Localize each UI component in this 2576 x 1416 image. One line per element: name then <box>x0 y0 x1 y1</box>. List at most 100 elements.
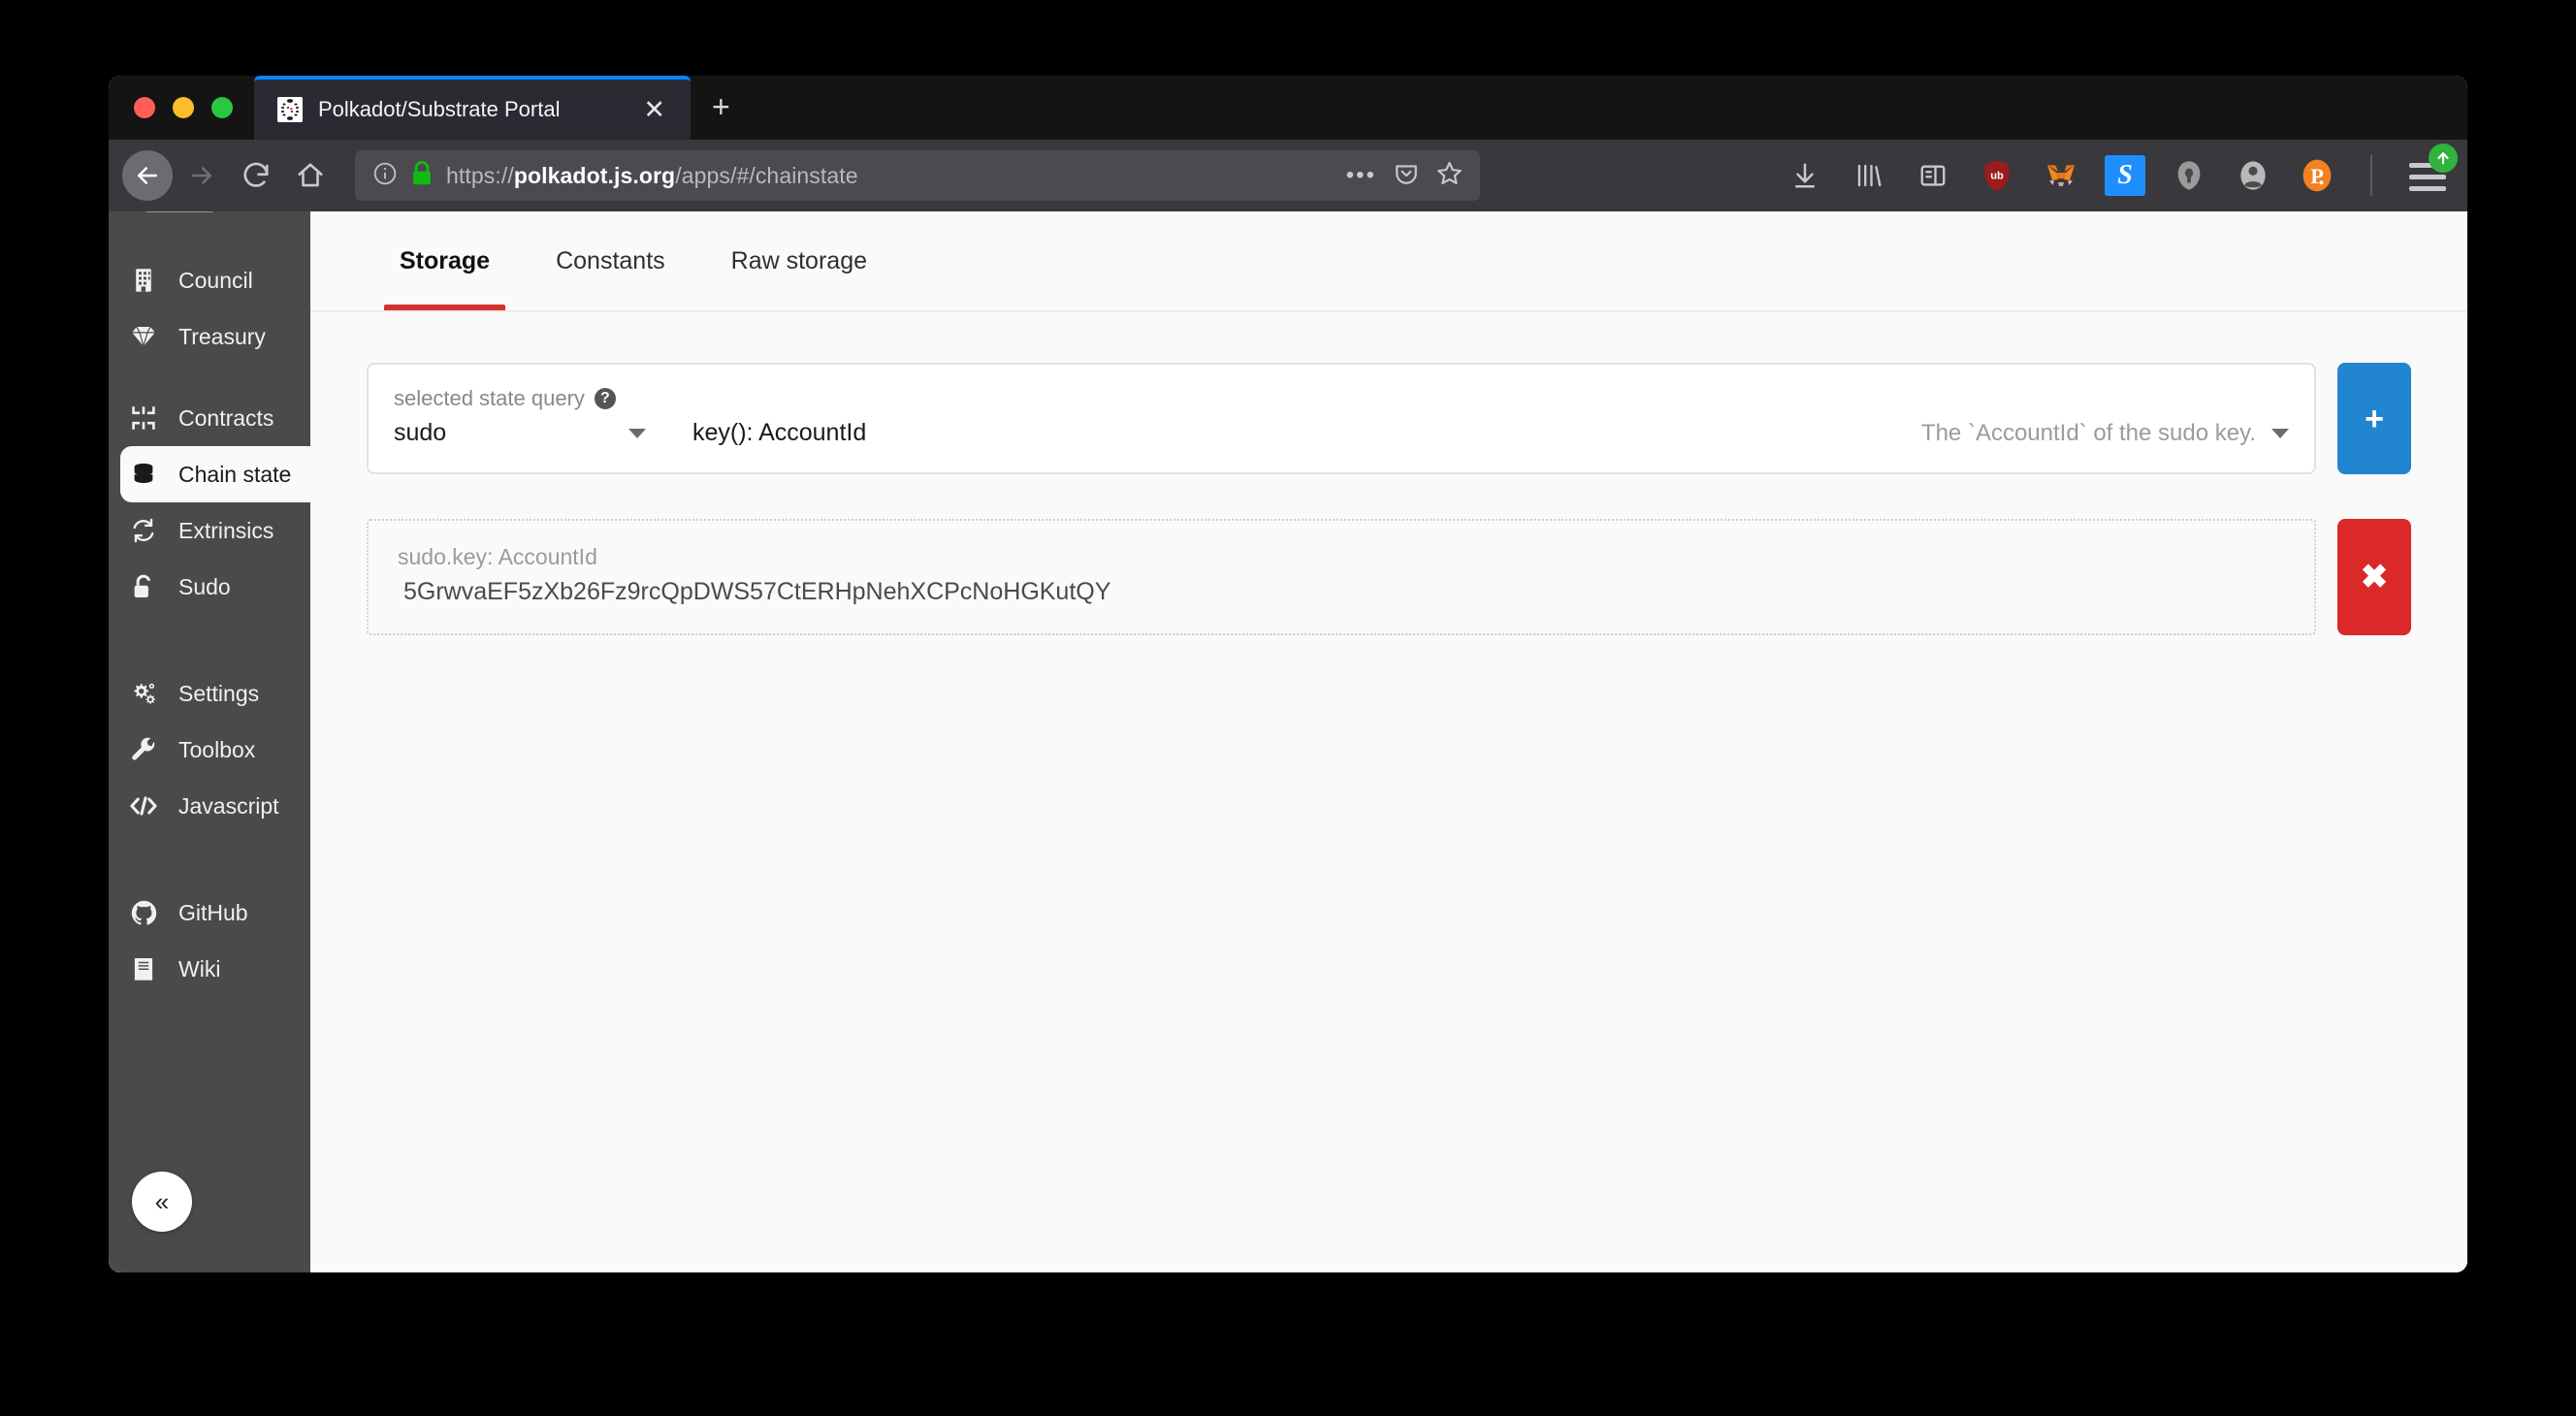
browser-nav-bar: https://polkadot.js.org/apps/#/chainstat… <box>109 140 2467 211</box>
new-tab-button[interactable]: + <box>691 91 752 122</box>
sidebar-item-label: Council <box>178 267 253 293</box>
gem-icon <box>130 323 157 350</box>
ublock-origin-icon[interactable]: ub <box>1977 155 2017 196</box>
url-bar[interactable]: https://polkadot.js.org/apps/#/chainstat… <box>355 150 1480 201</box>
building-icon <box>130 267 157 294</box>
sidebar-item-label: Chain state <box>178 461 292 487</box>
tab-constants[interactable]: Constants <box>523 211 698 310</box>
unlock-icon <box>130 573 157 600</box>
close-icon: ✖ <box>2360 559 2389 595</box>
wrench-icon <box>130 736 157 763</box>
library-icon[interactable] <box>1849 155 1889 196</box>
module-dropdown[interactable]: sudo <box>394 419 646 447</box>
browser-tab[interactable]: Polkadot/Substrate Portal ✕ <box>254 76 691 140</box>
query-label-row: selected state query ? <box>394 386 2289 411</box>
home-button[interactable] <box>285 150 336 201</box>
padlock-secure-icon[interactable] <box>411 160 433 191</box>
hamburger-line <box>2409 175 2446 179</box>
tab-label: Constants <box>556 246 665 274</box>
sync-icon <box>130 517 157 544</box>
query-selector-box: selected state query ? sudo key(): Accou… <box>367 363 2316 474</box>
method-dropdown[interactable]: key(): AccountId <box>692 419 866 447</box>
sidebar-item-sudo[interactable]: Sudo <box>109 559 310 615</box>
sidebar-item-label: Contracts <box>178 404 274 431</box>
window-maximize-button[interactable] <box>211 97 233 118</box>
tab-storage[interactable]: Storage <box>367 211 523 310</box>
question-mark-help-icon[interactable]: ? <box>594 388 616 409</box>
database-icon <box>130 461 157 488</box>
sidebar-item-chain-state[interactable]: Chain state <box>120 446 310 502</box>
tab-close-icon[interactable]: ✕ <box>637 96 671 123</box>
downloads-icon[interactable] <box>1785 155 1825 196</box>
sidebar-item-settings[interactable]: Settings <box>109 665 310 722</box>
sidebar-item-label: Javascript <box>178 792 279 819</box>
browser-tab-title: Polkadot/Substrate Portal <box>318 97 561 121</box>
sidebar-item-javascript[interactable]: Javascript <box>109 778 310 834</box>
sidebar-item-label: Sudo <box>178 573 231 599</box>
url-text: https://polkadot.js.org/apps/#/chainstat… <box>446 162 858 188</box>
forward-button[interactable] <box>177 150 227 201</box>
result-value: 5GrwvaEF5zXb26Fz9rcQpDWS57CtERHpNehXCPcN… <box>403 578 1111 605</box>
pocket-icon[interactable] <box>1394 161 1419 191</box>
window-controls <box>109 76 254 140</box>
url-bar-actions: ••• <box>1346 160 1463 191</box>
chevron-down-icon <box>628 428 646 438</box>
window-minimize-button[interactable] <box>173 97 194 118</box>
window-close-button[interactable] <box>134 97 155 118</box>
svg-text:ub: ub <box>1990 170 2004 181</box>
plus-icon: + <box>2365 400 2384 437</box>
page-viewport: Council Treasury Contracts Chain state E… <box>109 211 2467 1272</box>
hamburger-menu[interactable] <box>2405 144 2458 198</box>
chevron-down-icon <box>2271 428 2289 438</box>
scaffold-icon[interactable]: S <box>2105 155 2145 196</box>
back-button[interactable] <box>122 150 173 201</box>
sidebar-item-toolbox[interactable]: Toolbox <box>109 722 310 778</box>
method-documentation-text: The `AccountId` of the sudo key. <box>1920 419 2256 446</box>
page-actions-icon[interactable]: ••• <box>1346 164 1376 187</box>
storage-query-builder: selected state query ? sudo key(): Accou… <box>310 312 2467 635</box>
update-available-arrow-icon <box>2429 144 2458 173</box>
account-icon[interactable] <box>2233 155 2273 196</box>
star-bookmark-icon[interactable] <box>1436 160 1463 191</box>
polkadot-extension-icon[interactable]: P <box>2297 155 2337 196</box>
result-key-label: sudo.key: AccountId <box>398 544 597 569</box>
sidebar-item-extrinsics[interactable]: Extrinsics <box>109 502 310 559</box>
hamburger-line <box>2409 186 2446 191</box>
info-circle-icon[interactable] <box>372 161 398 191</box>
browser-tab-strip: Polkadot/Substrate Portal ✕ + <box>109 76 2467 140</box>
sidebar-item-contracts[interactable]: Contracts <box>109 390 310 446</box>
toolbar-divider <box>2370 155 2372 196</box>
app-sidebar: Council Treasury Contracts Chain state E… <box>109 211 310 1272</box>
tab-label: Raw storage <box>730 246 868 274</box>
sidebar-item-label: Settings <box>178 680 260 706</box>
sidebar-item-wiki[interactable]: Wiki <box>109 941 310 997</box>
sidebar-item-label: GitHub <box>178 899 248 925</box>
query-result-row: sudo.key: AccountId 5GrwvaEF5zXb26Fz9rcQ… <box>367 519 2411 635</box>
remove-query-button[interactable]: ✖ <box>2337 519 2411 635</box>
sidebar-icon[interactable] <box>1913 155 1953 196</box>
query-label: selected state query <box>394 386 585 410</box>
query-controls-row: sudo key(): AccountId The `AccountId` of… <box>394 419 2289 447</box>
polkadot-logo-icon <box>277 97 303 122</box>
add-query-button[interactable]: + <box>2337 363 2411 474</box>
code-icon <box>130 792 157 820</box>
tab-raw-storage[interactable]: Raw storage <box>698 211 900 310</box>
contract-icon <box>130 404 157 432</box>
sidebar-item-github[interactable]: GitHub <box>109 885 310 941</box>
sidebar-item-label: Treasury <box>178 323 266 349</box>
gears-icon <box>130 680 157 707</box>
reload-button[interactable] <box>231 150 281 201</box>
sidebar-item-label: Extrinsics <box>178 517 274 543</box>
password-manager-icon[interactable] <box>2169 155 2209 196</box>
module-dropdown-value: sudo <box>394 419 447 446</box>
method-documentation-dropdown[interactable]: The `AccountId` of the sudo key. <box>1921 420 2289 447</box>
sidebar-item-council[interactable]: Council <box>109 252 310 308</box>
sidebar-item-treasury[interactable]: Treasury <box>109 308 310 365</box>
sidebar-collapse-button[interactable]: « <box>132 1172 192 1232</box>
metamask-icon[interactable] <box>2041 155 2081 196</box>
